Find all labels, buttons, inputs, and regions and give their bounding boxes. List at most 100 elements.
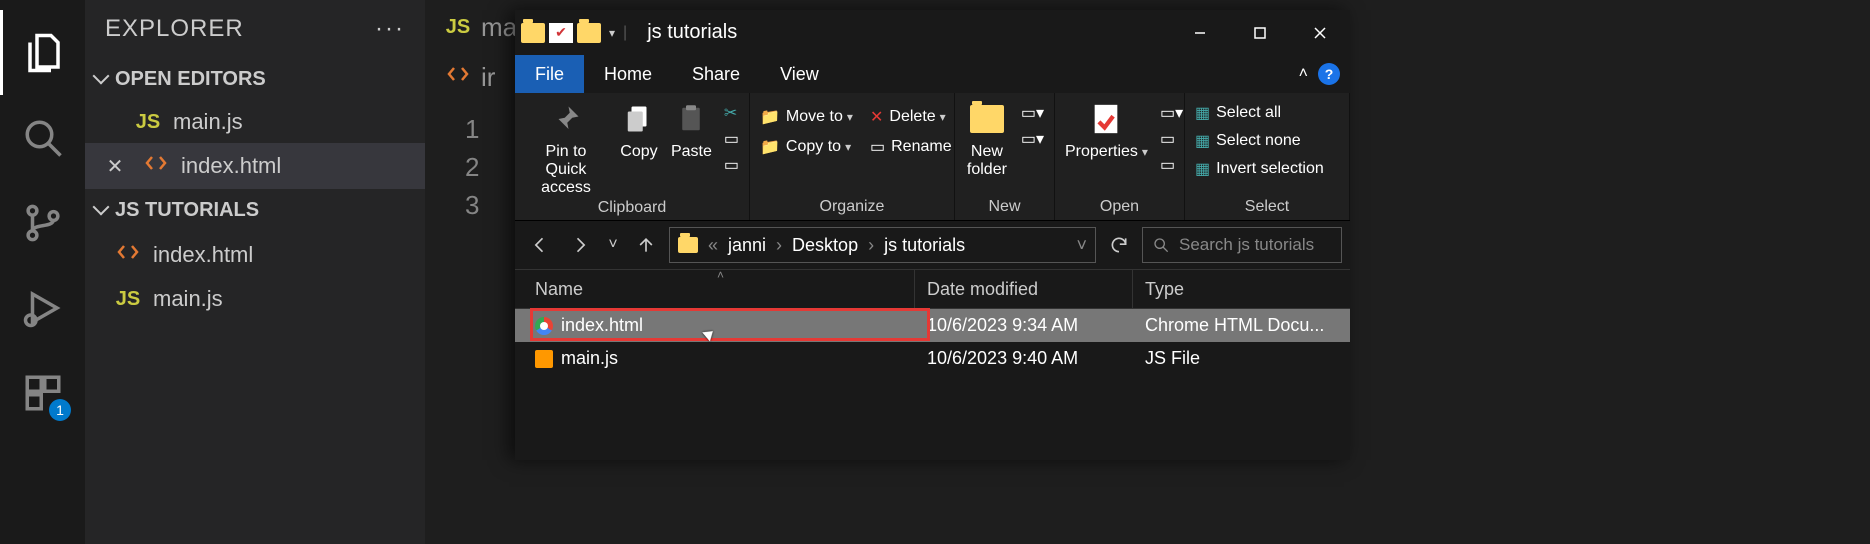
fe-menu-tabs: File Home Share View ˄ ? (515, 55, 1350, 93)
fe-titlebar[interactable]: ✔ ▾ | js tutorials (515, 10, 1350, 55)
col-name[interactable]: Name˄ (515, 270, 915, 308)
col-date[interactable]: Date modified (915, 270, 1133, 308)
copyto-icon: 📁 (760, 137, 780, 157)
path-seg[interactable]: janni (728, 235, 766, 256)
chrome-icon (535, 317, 553, 335)
extensions-badge: 1 (49, 399, 71, 421)
ribbon-collapse-icon[interactable]: ˄ (1299, 65, 1308, 83)
close-button[interactable] (1290, 10, 1350, 55)
delete-button[interactable]: ✕Delete (870, 107, 946, 127)
row-name: index.html (561, 315, 643, 336)
editor-tab[interactable]: JS ma (445, 12, 517, 43)
edit-icon[interactable]: ▭ (1160, 129, 1183, 149)
pin-label: Pin to Quick access (525, 143, 607, 197)
js-icon: JS (115, 288, 141, 311)
paste-shortcut-icon[interactable]: ▭ (724, 155, 739, 175)
copyto-button[interactable]: 📁Copy to (760, 137, 851, 157)
fe-quickaccess-icons[interactable]: ✔ ▾ | (515, 23, 633, 43)
folder-label: JS TUTORIALS (115, 199, 259, 222)
easy-access-icon[interactable]: ▭▾ (1021, 129, 1044, 149)
moveto-button[interactable]: 📁 Move to (760, 107, 853, 127)
file-row[interactable]: index.html 10/6/2023 9:34 AM Chrome HTML… (515, 309, 1350, 342)
open-editors-header[interactable]: OPEN EDITORS (85, 58, 425, 101)
activity-source-control[interactable] (0, 180, 85, 265)
file-row[interactable]: main.js 10/6/2023 9:40 AM JS File (515, 342, 1350, 375)
fe-column-headers: Name˄ Date modified Type (515, 269, 1350, 309)
history-icon[interactable]: ▭ (1160, 155, 1183, 175)
path-dropdown-icon[interactable]: ˅ (1076, 235, 1087, 256)
nav-back-button[interactable] (523, 228, 557, 262)
copy-label: Copy (620, 143, 657, 161)
path-seg[interactable]: js tutorials (884, 235, 965, 256)
properties-button[interactable]: Properties (1065, 99, 1148, 161)
maximize-button[interactable] (1230, 10, 1290, 55)
paste-label: Paste (671, 143, 712, 161)
moveto-icon: 📁 (760, 107, 780, 127)
copy-button[interactable]: Copy (619, 99, 659, 161)
open-editors-label: OPEN EDITORS (115, 68, 266, 91)
new-item-icon[interactable]: ▭▾ (1021, 103, 1044, 123)
organize-group-label: Organize (750, 196, 954, 220)
cut-icon[interactable]: ✂ (724, 103, 739, 123)
folder-file-item[interactable]: JS main.js (85, 278, 425, 320)
line-number: 1 (465, 110, 479, 148)
close-icon[interactable]: ✕ (105, 154, 125, 179)
row-date: 10/6/2023 9:34 AM (915, 315, 1133, 336)
menu-file[interactable]: File (515, 55, 584, 93)
activity-search[interactable] (0, 95, 85, 180)
help-icon[interactable]: ? (1318, 63, 1340, 85)
dropdown-caret-icon[interactable]: ▾ (605, 26, 619, 40)
copy-icon (619, 99, 659, 139)
rename-button[interactable]: ▭Rename (870, 137, 952, 157)
branch-icon (22, 202, 64, 244)
fe-ribbon: Pin to Quick access Copy Paste ✂ ▭ ▭ Cli… (515, 93, 1350, 221)
nav-up-button[interactable] (629, 228, 663, 262)
menu-home[interactable]: Home (584, 55, 672, 93)
select-none-button[interactable]: ▦Select none (1195, 131, 1301, 151)
explorer-more-icon[interactable]: ··· (375, 15, 405, 43)
select-all-button[interactable]: ▦Select all (1195, 103, 1281, 123)
path-seg[interactable]: Desktop (792, 235, 858, 256)
editor-tab[interactable]: ir (445, 62, 495, 93)
open-editor-item[interactable]: ✕ index.html (85, 143, 425, 189)
js-icon: JS (135, 111, 161, 134)
open-icon[interactable]: ▭▾ (1160, 103, 1183, 123)
files-icon (23, 32, 65, 74)
nav-history-button[interactable]: ˅ (603, 228, 623, 262)
file-name: index.html (153, 242, 253, 268)
folder-file-item[interactable]: index.html (85, 232, 425, 278)
moveto-label: Move to (786, 108, 853, 126)
minimize-button[interactable] (1170, 10, 1230, 55)
invert-label: Invert selection (1216, 160, 1324, 178)
copy-path-icon[interactable]: ▭ (724, 129, 739, 149)
refresh-button[interactable] (1102, 228, 1136, 262)
open-editor-item[interactable]: JS main.js (85, 101, 425, 143)
menu-view[interactable]: View (760, 55, 839, 93)
tab-label: ma (481, 12, 517, 43)
new-folder-button[interactable]: New folder (965, 99, 1009, 179)
properties-label: Properties (1065, 143, 1148, 161)
select-all-label: Select all (1216, 104, 1281, 122)
invert-selection-button[interactable]: ▦Invert selection (1195, 159, 1324, 179)
activity-explorer[interactable] (0, 10, 85, 95)
menu-share[interactable]: Share (672, 55, 760, 93)
nav-forward-button[interactable] (563, 228, 597, 262)
fe-title: js tutorials (633, 21, 737, 44)
row-type: Chrome HTML Docu... (1133, 315, 1350, 336)
activity-run-debug[interactable] (0, 265, 85, 350)
sort-asc-icon: ˄ (717, 268, 724, 282)
paste-button[interactable]: Paste (671, 99, 712, 161)
address-bar[interactable]: « janni› Desktop› js tutorials ˅ (669, 227, 1096, 263)
line-gutter: 1 2 3 (465, 110, 479, 224)
activity-extensions[interactable]: 1 (0, 350, 85, 435)
new-folder-icon (967, 99, 1007, 139)
pin-quick-access-button[interactable]: Pin to Quick access (525, 99, 607, 197)
col-type[interactable]: Type (1133, 270, 1350, 308)
properties-icon (1086, 99, 1126, 139)
search-box[interactable]: Search js tutorials (1142, 227, 1342, 263)
search-placeholder: Search js tutorials (1179, 235, 1314, 255)
file-explorer-window: ✔ ▾ | js tutorials File Home Share View … (515, 10, 1350, 460)
html-icon (143, 151, 169, 181)
row-date: 10/6/2023 9:40 AM (915, 348, 1133, 369)
folder-header[interactable]: JS TUTORIALS (85, 189, 425, 232)
